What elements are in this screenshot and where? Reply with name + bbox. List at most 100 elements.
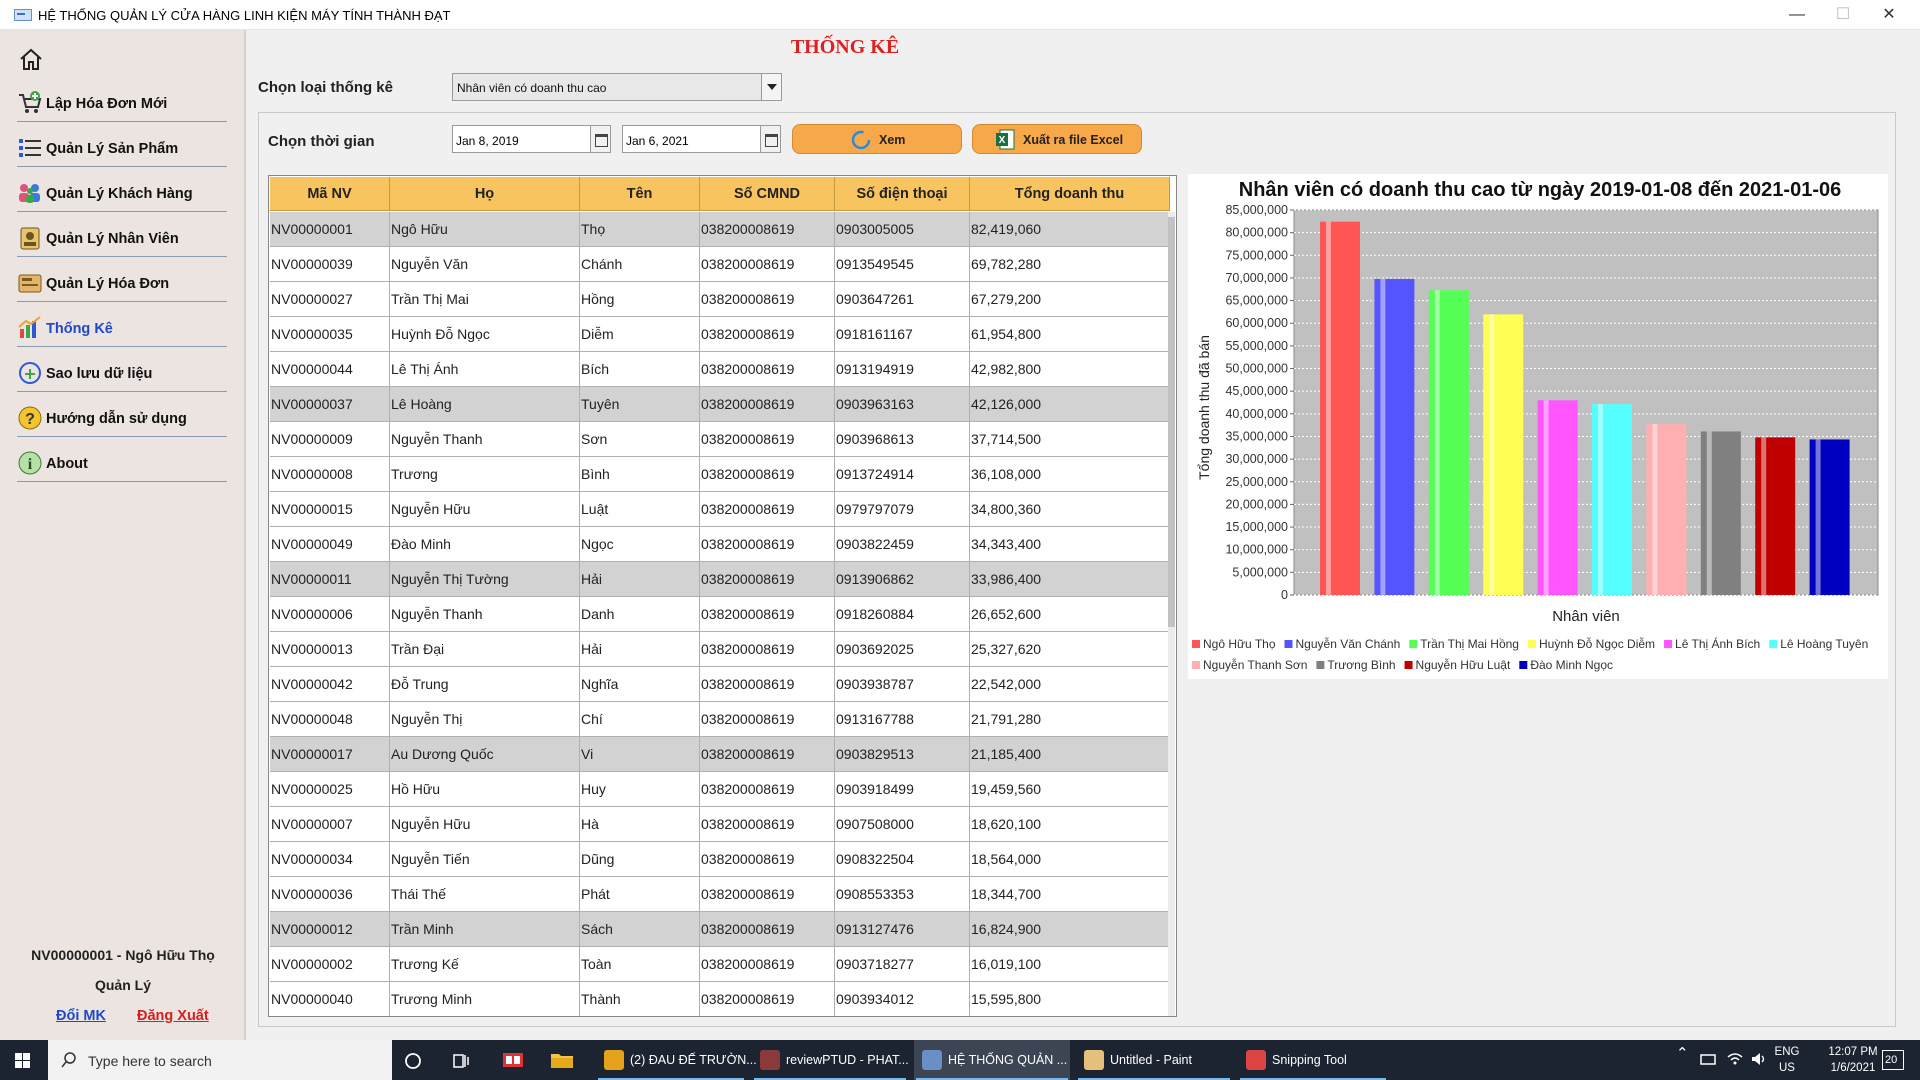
table-row[interactable]: NV00000040 Trương Minh Thành 038200008619 09… [270, 982, 1170, 1016]
cell-ten: Hà [580, 807, 700, 842]
calendar-icon[interactable] [760, 125, 781, 153]
table-row[interactable]: NV00000007 Nguyễn Hữu Hà 038200008619 090750… [270, 807, 1170, 842]
table-row[interactable]: NV00000001 Ngô Hữu Thọ 038200008619 09030050… [270, 212, 1170, 247]
table-row[interactable]: NV00000037 Lê Hoàng Tuyên 038200008619 09039… [270, 387, 1170, 422]
table-row[interactable]: NV00000009 Nguyễn Thanh Sơn 038200008619 090… [270, 422, 1170, 457]
cell-ho: Thái Thế [390, 877, 580, 912]
table-row[interactable]: NV00000036 Thái Thế Phát 038200008619 090855… [270, 877, 1170, 912]
date-to-field[interactable]: Jan 6, 2021 [622, 125, 781, 153]
bar-highlight [1326, 221, 1331, 596]
svg-text:X: X [999, 135, 1006, 146]
chart-title: Nhân viên có doanh thu cao từ ngày 2019-… [1239, 179, 1841, 201]
table-scrollbar[interactable] [1168, 212, 1175, 1016]
table-row[interactable]: NV00000027 Trần Thị Mai Hồng 038200008619 09… [270, 282, 1170, 317]
sidebar-item-products[interactable]: Quản Lý Sản Phẩm [17, 127, 227, 167]
sidebar-item-invoices[interactable]: Quản Lý Hóa Đơn [17, 262, 227, 302]
taskbar-app-label: HỆ THỐNG QUẢN ... [948, 1053, 1068, 1067]
column-header-idcard[interactable]: Số CMND [700, 177, 835, 211]
language-indicator[interactable]: ENG [1772, 1046, 1802, 1058]
table-row[interactable]: NV00000002 Trương Kế Toàn 038200008619 09037… [270, 947, 1170, 982]
minimize-button[interactable]: — [1774, 0, 1820, 30]
taskbar-search-box[interactable]: Type here to search [48, 1040, 392, 1080]
cell-cmnd: 038200008619 [700, 247, 835, 282]
table-row[interactable]: NV00000012 Trần Minh Sách 038200008619 09131… [270, 912, 1170, 947]
table-row[interactable]: NV00000035 Huỳnh Đỗ Ngọc Diễm 038200008619 0… [270, 317, 1170, 352]
taskbar-app-button[interactable]: reviewPTUD - PHAT... [752, 1040, 909, 1080]
close-button[interactable]: ✕ [1866, 0, 1912, 30]
chart-bar [1755, 437, 1796, 595]
sidebar-item-label: Quản Lý Hóa Đơn [46, 276, 170, 292]
sidebar-item-new-invoice[interactable]: Lập Hóa Đơn Mới [17, 82, 227, 122]
network-icon[interactable] [1700, 1053, 1718, 1067]
change-password-link[interactable]: Đổi MK [56, 1008, 106, 1024]
bar-highlight [1761, 437, 1767, 595]
export-excel-button[interactable]: X Xuất ra file Excel [972, 124, 1142, 154]
app-pinned-icon[interactable] [502, 1050, 524, 1070]
cortana-icon[interactable] [404, 1052, 422, 1070]
table-row[interactable]: NV00000011 Nguyễn Thị Tường Hải 03820000861… [270, 562, 1170, 597]
taskbar-app-button[interactable]: Snipping Tool [1238, 1040, 1388, 1080]
volume-icon[interactable] [1750, 1051, 1768, 1067]
cell-id: NV00000025 [270, 772, 390, 807]
refresh-icon [851, 130, 871, 150]
customers-icon [19, 184, 40, 203]
date-from-value: Jan 8, 2019 [456, 134, 519, 148]
chevron-up-icon[interactable]: ⌃ [1676, 1044, 1689, 1062]
sidebar-item-employees[interactable]: Quản Lý Nhân Viên [17, 217, 227, 257]
sidebar-item-help[interactable]: ? Hướng dẫn sử dụng [17, 397, 227, 437]
bill-icon [18, 274, 42, 293]
notification-icon[interactable]: 20 [1882, 1050, 1904, 1070]
sidebar-item-about[interactable]: i About [17, 442, 227, 482]
clock-time[interactable]: 12:07 PM [1818, 1046, 1888, 1058]
column-header-lastname[interactable]: Họ [390, 177, 580, 211]
search-placeholder: Type here to search [88, 1053, 212, 1069]
taskbar-app-button[interactable]: Untitled - Paint [1076, 1040, 1232, 1080]
wifi-icon[interactable] [1726, 1051, 1744, 1067]
maximize-button[interactable]: ☐ [1820, 0, 1866, 30]
statistic-type-select[interactable]: Nhân viên có doanh thu cao [452, 73, 782, 101]
table-row[interactable]: NV00000039 Nguyễn Văn Chánh 038200008619 091… [270, 247, 1170, 282]
table-row[interactable]: NV00000025 Hồ Hữu Huy 038200008619 090391849… [270, 772, 1170, 807]
calendar-icon[interactable] [590, 125, 611, 153]
window-title: HỆ THỐNG QUẢN LÝ CỬA HÀNG LINH KIỆN MÁY … [38, 8, 451, 23]
table-row[interactable]: NV00000034 Nguyễn Tiến Dũng 038200008619 090… [270, 842, 1170, 877]
file-explorer-icon[interactable] [550, 1050, 574, 1070]
table-row[interactable]: NV00000049 Đào Minh Ngọc 038200008619 090382… [270, 527, 1170, 562]
revenue-table: Mã NV Họ Tên Số CMND Số điện thoại Tổng … [268, 175, 1177, 1017]
chevron-down-icon[interactable] [761, 74, 781, 100]
column-header-id[interactable]: Mã NV [270, 177, 390, 211]
taskbar-app-button[interactable]: HỆ THỐNG QUẢN ... [914, 1040, 1070, 1080]
cell-ho: Ngô Hữu [390, 212, 580, 247]
clock-date[interactable]: 1/6/2021 [1818, 1062, 1888, 1074]
table-row[interactable]: NV00000013 Trần Đại Hải 038200008619 0903692… [270, 632, 1170, 667]
column-header-total[interactable]: Tổng doanh thu [970, 177, 1170, 211]
logout-link[interactable]: Đăng Xuất [137, 1008, 209, 1024]
scrollbar-thumb[interactable] [1168, 217, 1175, 627]
y-tick-label: 0 [1281, 588, 1288, 602]
cell-id: NV00000002 [270, 947, 390, 982]
date-from-field[interactable]: Jan 8, 2019 [452, 125, 611, 153]
windows-start-button[interactable] [0, 1040, 48, 1080]
region-indicator[interactable]: US [1772, 1062, 1802, 1074]
table-row[interactable]: NV00000044 Lê Thị Ánh Bích 038200008619 0913… [270, 352, 1170, 387]
column-header-phone[interactable]: Số điện thoại [835, 177, 970, 211]
table-row[interactable]: NV00000008 Trương Bình 038200008619 09137249… [270, 457, 1170, 492]
table-row[interactable]: NV00000006 Nguyễn Thanh Danh 038200008619 09… [270, 597, 1170, 632]
sidebar-item-label: Quản Lý Khách Hàng [46, 186, 193, 202]
table-row[interactable]: NV00000017 Au Dương Quốc Vi 038200008619 090… [270, 737, 1170, 772]
table-row[interactable]: NV00000042 Đỗ Trung Nghĩa 038200008619 09039… [270, 667, 1170, 702]
sidebar-item-customers[interactable]: Quản Lý Khách Hàng [17, 172, 227, 212]
task-view-icon[interactable] [452, 1052, 470, 1070]
taskbar-app-button[interactable]: (2) ĐAU ĐẾ TRƯỜN... [596, 1040, 757, 1080]
app-icon [922, 1050, 942, 1070]
legend-label: Ngô Hữu Thọ [1203, 637, 1276, 651]
table-row[interactable]: NV00000048 Nguyễn Thị Chí 038200008619 09131… [270, 702, 1170, 737]
sidebar-item-label: Lập Hóa Đơn Mới [46, 96, 168, 112]
sidebar-item-backup[interactable]: Sao lưu dữ liệu [17, 352, 227, 392]
cell-cmnd: 038200008619 [700, 667, 835, 702]
cell-ten: Phát [580, 877, 700, 912]
sidebar-item-statistics[interactable]: Thống Kê [17, 307, 227, 347]
column-header-firstname[interactable]: Tên [580, 177, 700, 211]
table-row[interactable]: NV00000015 Nguyễn Hữu Luật 038200008619 0979… [270, 492, 1170, 527]
view-button[interactable]: Xem [792, 124, 962, 154]
